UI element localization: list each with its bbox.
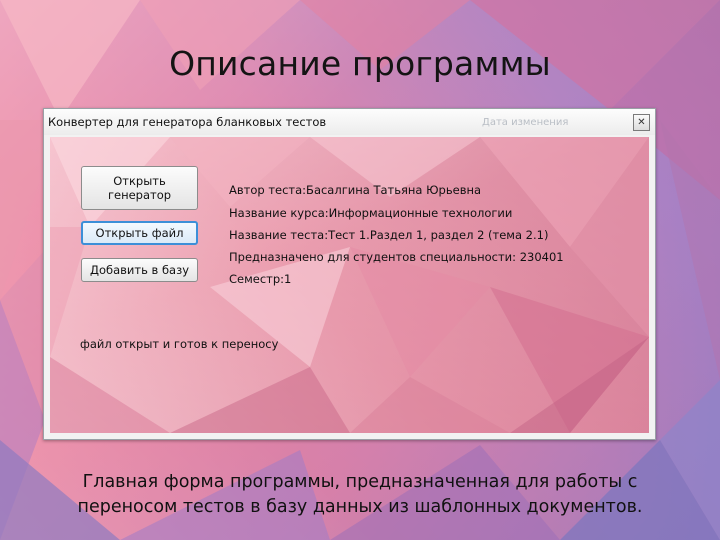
- close-icon[interactable]: ✕: [633, 114, 650, 131]
- window-titlebar: Конвертер для генератора бланковых тесто…: [44, 109, 655, 135]
- open-file-button[interactable]: Открыть файл: [81, 221, 198, 245]
- caption-line-1: Главная форма программы, предназначенная…: [82, 472, 638, 492]
- semester-label: Семестр:1: [229, 272, 292, 286]
- test-author-label: Автор теста:Басалгина Татьяна Юрьевна: [229, 183, 482, 197]
- status-text: файл открыт и готов к переносу: [80, 337, 279, 351]
- test-name-label: Название теста:Тест 1.Раздел 1, раздел 2…: [229, 228, 549, 242]
- form-client-area: Открыть генератор Открыть файл Добавить …: [50, 137, 649, 433]
- caption-line-2: переносом тестов в базу данных из шаблон…: [77, 497, 643, 517]
- window-ghost-text: Дата изменения: [482, 117, 569, 128]
- add-to-db-button[interactable]: Добавить в базу: [81, 258, 198, 282]
- open-generator-button[interactable]: Открыть генератор: [81, 166, 198, 210]
- app-window: Конвертер для генератора бланковых тесто…: [43, 108, 656, 440]
- window-title: Конвертер для генератора бланковых тесто…: [48, 115, 327, 129]
- slide-caption: Главная форма программы, предназначенная…: [0, 470, 720, 520]
- slide-title: Описание программы: [169, 44, 551, 83]
- specialty-label: Предназначено для студентов специальност…: [229, 250, 564, 264]
- course-name-label: Название курса:Информационные технологии: [229, 206, 513, 220]
